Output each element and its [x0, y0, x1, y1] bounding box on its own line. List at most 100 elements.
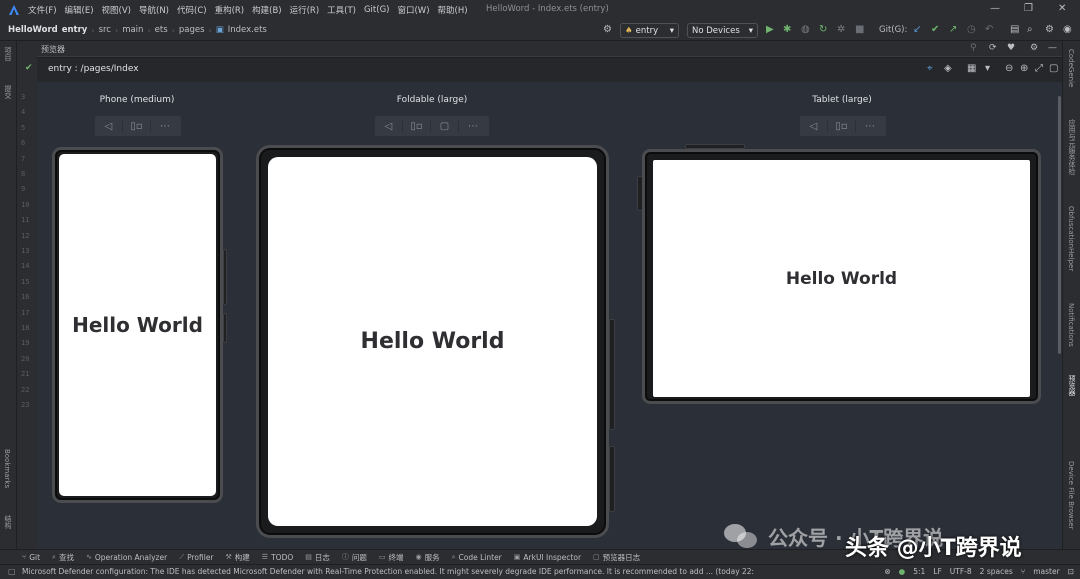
inspect-icon[interactable]: ♥	[1007, 43, 1015, 53]
menu-git[interactable]: Git(G)	[364, 5, 390, 15]
tool-build[interactable]: ⚒ 构建	[226, 552, 250, 563]
stop-icon[interactable]: ■	[855, 24, 864, 35]
breadcrumb-project[interactable]: HelloWord	[8, 25, 58, 35]
run-icon[interactable]: ▶	[766, 24, 774, 35]
minimize-icon[interactable]: —	[990, 3, 1000, 14]
tool-problems[interactable]: ⓘ 问题	[342, 552, 367, 563]
foldable-screen[interactable]: Hello World	[268, 157, 597, 526]
close-icon[interactable]: ✕	[1058, 3, 1066, 14]
breadcrumb-module[interactable]: entry	[62, 25, 88, 35]
obfuscation-tool-button[interactable]: ObfuscationHelper	[1067, 206, 1075, 271]
commit-tool-button[interactable]: 提交	[3, 85, 13, 99]
bookmarks-tool-button[interactable]: Bookmarks	[3, 449, 11, 488]
module-select[interactable]: ♠ entry ▾	[620, 23, 679, 38]
fit-screen-icon[interactable]: ⤢	[1035, 63, 1043, 74]
menu-tools[interactable]: 工具(T)	[327, 4, 356, 16]
search-icon[interactable]: ⌕	[1027, 24, 1033, 35]
more-icon[interactable]: ⋯	[151, 121, 179, 132]
git-push-icon[interactable]: ↗	[949, 24, 957, 35]
tool-profiler[interactable]: ⟋ Profiler	[179, 553, 213, 562]
grid-view-icon[interactable]: ▦	[967, 63, 976, 74]
view-options-chevron-icon[interactable]: ▾	[985, 63, 990, 74]
breadcrumb-file[interactable]: Index.ets	[228, 25, 267, 35]
device-select[interactable]: No Devices ▾	[687, 23, 758, 38]
tool-operation-analyzer[interactable]: ∿ Operation Analyzer	[86, 553, 167, 562]
tool-services[interactable]: ◉ 服务	[416, 552, 440, 563]
settings-gear-icon[interactable]: ⚙	[603, 24, 612, 35]
codegenie-tool-button[interactable]: CodeGenie	[1067, 49, 1075, 87]
fold-icon[interactable]: ▢	[431, 120, 459, 132]
menu-window[interactable]: 窗口(W)	[397, 4, 429, 16]
menu-navigate[interactable]: 导航(N)	[139, 4, 169, 16]
more-icon[interactable]: ⋯	[459, 121, 487, 132]
app-services-tool-button[interactable]: 应用与元服务体检	[1067, 119, 1077, 175]
menu-help[interactable]: 帮助(H)	[438, 4, 468, 16]
attach-debugger-icon[interactable]: ◍	[801, 24, 810, 35]
zoom-in-icon[interactable]: ⊕	[1020, 63, 1028, 74]
inspector-toggle-icon[interactable]: ⌖	[927, 63, 933, 74]
more-icon[interactable]: ⋯	[856, 121, 884, 132]
file-encoding[interactable]: UTF-8	[950, 567, 972, 576]
menu-build[interactable]: 构建(B)	[252, 4, 281, 16]
git-history-icon[interactable]: ◷	[967, 24, 976, 35]
tool-arkui-inspector[interactable]: ▣ ArkUI Inspector	[514, 553, 581, 562]
tool-git[interactable]: ⑂ Git	[22, 553, 40, 562]
rotate-icon[interactable]: ◁	[95, 120, 123, 132]
breadcrumb-ets[interactable]: ets	[155, 25, 168, 35]
breadcrumb-src[interactable]: src	[99, 25, 111, 35]
cursor-position[interactable]: 5:1	[913, 567, 925, 576]
breadcrumb-pages[interactable]: pages	[179, 25, 205, 35]
multi-device-icon[interactable]: ▯▫	[403, 120, 431, 132]
debug-icon[interactable]: ✱	[783, 24, 791, 35]
tool-find[interactable]: ⌕ 查找	[52, 552, 74, 563]
structure-tool-button[interactable]: 结构	[3, 515, 13, 529]
zoom-out-icon[interactable]: ⊖	[1005, 63, 1013, 74]
device-file-browser-tool-button[interactable]: Device File Browser	[1067, 461, 1075, 529]
git-branch[interactable]: master	[1033, 567, 1059, 576]
tool-previewer-log[interactable]: ▢ 预览器日志	[593, 552, 640, 563]
actual-size-icon[interactable]: ▢	[1049, 63, 1058, 74]
profile-icon[interactable]: ✲	[837, 24, 845, 35]
account-icon[interactable]: ◉	[1063, 24, 1072, 35]
layers-icon[interactable]: ◈	[944, 63, 952, 74]
tool-code-linter[interactable]: ⌕ Code Linter	[452, 553, 502, 562]
rotate-icon[interactable]: ◁	[800, 120, 828, 132]
menu-refactor[interactable]: 重构(R)	[215, 4, 245, 16]
status-message[interactable]: Microsoft Defender configuration: The ID…	[22, 567, 822, 576]
panel-settings-icon[interactable]: ⚙	[1030, 43, 1038, 53]
refresh-icon[interactable]: ⟳	[989, 43, 997, 53]
breadcrumb-main[interactable]: main	[122, 25, 143, 35]
reload-icon[interactable]: ↻	[819, 24, 827, 35]
indent-setting[interactable]: 2 spaces	[980, 567, 1013, 576]
rotate-icon[interactable]: ◁	[375, 120, 403, 132]
tool-todo[interactable]: ☰ TODO	[262, 553, 293, 562]
menu-code[interactable]: 代码(C)	[177, 4, 207, 16]
git-commit-icon[interactable]: ✔	[931, 24, 939, 35]
restore-icon[interactable]: ❐	[1024, 3, 1033, 14]
tool-log[interactable]: ▤ 日志	[305, 552, 330, 563]
multi-device-icon[interactable]: ▯▫	[828, 120, 856, 132]
preview-scrollbar[interactable]	[1058, 96, 1061, 354]
notifications-tool-button[interactable]: Notifications	[1067, 303, 1075, 347]
tool-terminal[interactable]: ▭ 终端	[379, 552, 404, 563]
git-update-icon[interactable]: ↙	[913, 24, 921, 35]
watermark-handle: 头条 @小T跨界说	[845, 536, 1022, 561]
previewer-tool-button[interactable]: 预览器	[1067, 375, 1077, 396]
git-rollback-icon[interactable]: ↶	[985, 24, 993, 35]
layout-icon[interactable]: ▢	[8, 567, 16, 576]
project-tool-button[interactable]: 项目	[3, 47, 13, 61]
settings-icon[interactable]: ⚙	[1045, 24, 1054, 35]
menu-run[interactable]: 运行(R)	[290, 4, 320, 16]
inspection-icon[interactable]: ⊗	[884, 567, 890, 576]
phone-screen[interactable]: Hello World	[59, 154, 216, 496]
menu-view[interactable]: 视图(V)	[102, 4, 131, 16]
tablet-screen[interactable]: Hello World	[653, 160, 1030, 397]
hide-panel-icon[interactable]: —	[1048, 43, 1057, 53]
sdk-manager-icon[interactable]: ▤	[1010, 24, 1019, 35]
menu-edit[interactable]: 编辑(E)	[65, 4, 94, 16]
lock-icon[interactable]: ⊡	[1068, 567, 1074, 576]
line-separator[interactable]: LF	[933, 567, 942, 576]
filter-icon[interactable]: ⚲	[970, 43, 977, 53]
menu-file[interactable]: 文件(F)	[28, 4, 57, 16]
multi-device-icon[interactable]: ▯▫	[123, 120, 151, 132]
